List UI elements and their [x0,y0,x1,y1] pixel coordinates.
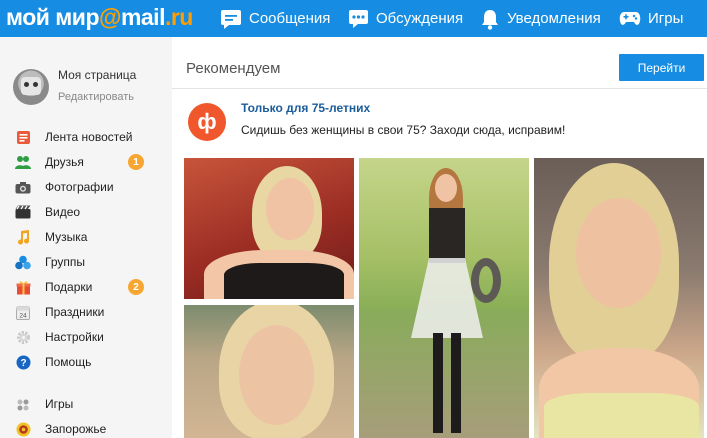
sidebar-item-music[interactable]: Музыка [0,226,172,248]
sidebar-item-gifts[interactable]: Подарки 2 [0,276,172,298]
nav-messages[interactable]: Сообщения [220,0,330,37]
avatar[interactable] [13,69,49,105]
news-feed-icon [15,129,31,145]
promo-photo[interactable] [184,158,354,299]
gear-icon [15,329,31,345]
photo-dress-top [429,208,465,263]
go-button[interactable]: Перейти [619,54,704,81]
camera-icon [15,179,31,195]
logo-text: мой мир [6,4,100,30]
discussion-icon [349,9,368,28]
promo-photo[interactable] [534,158,704,438]
photo-tire [471,258,501,303]
sidebar-item-label: Подарки [45,280,93,294]
nav-notifications-label: Уведомления [507,10,601,27]
logo[interactable]: мой мир@mail.ru [6,4,193,31]
nav-games-label: Игры [648,10,684,27]
sidebar-item-games[interactable]: Игры [0,393,172,415]
svg-text:?: ? [20,358,26,369]
photo-top [224,263,344,299]
sidebar-item-label: Игры [45,397,74,411]
main-panel: Рекомендуем Перейти ф Только для 75-летн… [172,37,707,438]
sidebar-item-label: Фотографии [45,180,114,194]
friends-icon [15,154,31,170]
promo-text: Сидишь без женщины в свои 75? Заходи сюд… [241,123,566,137]
avatar-eye [33,82,38,87]
nav-messages-label: Сообщения [249,10,331,27]
gifts-count-badge: 2 [128,279,144,295]
photo-face [239,325,314,425]
my-page-link[interactable]: Моя страница [58,68,136,82]
page-title: Рекомендуем [186,60,281,77]
photo-leg [451,333,461,433]
sidebar-item-groups[interactable]: Группы [0,251,172,273]
gift-icon [15,279,31,295]
sidebar-item-settings[interactable]: Настройки [0,326,172,348]
nav-discussions-label: Обсуждения [376,10,464,27]
edit-profile-link[interactable]: Редактировать [58,91,134,103]
city-icon [15,421,31,437]
photo-face [266,178,314,240]
music-note-icon [15,229,31,245]
sidebar-item-photos[interactable]: Фотографии [0,176,172,198]
chat-icon [221,9,241,29]
help-icon: ? [15,354,31,370]
avatar-eye [24,82,29,87]
sidebar-item-label: Праздники [45,305,105,319]
game-icon [15,396,31,412]
sidebar-item-friends[interactable]: Друзья 1 [0,151,172,173]
photo-leg [433,333,443,433]
sidebar-item-label: Видео [45,205,81,219]
friends-count-badge: 1 [128,154,144,170]
sidebar-item-label: Группы [45,255,85,269]
groups-icon [15,254,31,270]
nav-games[interactable]: Игры [619,0,683,37]
sidebar-item-label: Друзья [45,155,84,169]
sidebar-item-city[interactable]: Запорожье [0,418,172,438]
promo-photo[interactable] [184,305,354,438]
nav-notifications[interactable]: Уведомления [480,0,601,37]
logo-at: @ [99,4,121,30]
promo-photo[interactable] [359,158,529,438]
logo-mail: mail [120,4,166,30]
promo-title-link[interactable]: Только для 75-летних [241,101,370,115]
top-bar: мой мир@mail.ru Сообщения Обсуждения Уве… [0,0,707,37]
gamepad-icon [619,11,641,25]
film-icon [15,204,31,220]
logo-ru: .ru [164,4,193,30]
photo-top [544,393,699,438]
sidebar-item-label: Помощь [45,355,92,369]
calendar-icon: 24 [15,304,31,320]
sidebar-item-label: Музыка [45,230,88,244]
sidebar-item-news[interactable]: Лента новостей [0,126,172,148]
sidebar-item-label: Настройки [45,330,104,344]
avatar-face [21,77,41,95]
sidebar-item-help[interactable]: ? Помощь [0,351,172,373]
sidebar-item-video[interactable]: Видео [0,201,172,223]
sidebar-item-label: Лента новостей [45,130,133,144]
bell-icon [482,9,498,30]
promo-logo-icon[interactable]: ф [188,103,226,141]
sidebar-item-label: Запорожье [45,422,107,436]
sidebar: Моя страница Редактировать Лента новосте… [0,37,172,438]
nav-discussions[interactable]: Обсуждения [348,0,463,37]
photo-face [435,174,457,202]
recommend-header: Рекомендуем Перейти [172,37,707,89]
svg-text:24: 24 [19,312,27,319]
photo-face [576,198,661,308]
sidebar-item-holidays[interactable]: 24 Праздники [0,301,172,323]
